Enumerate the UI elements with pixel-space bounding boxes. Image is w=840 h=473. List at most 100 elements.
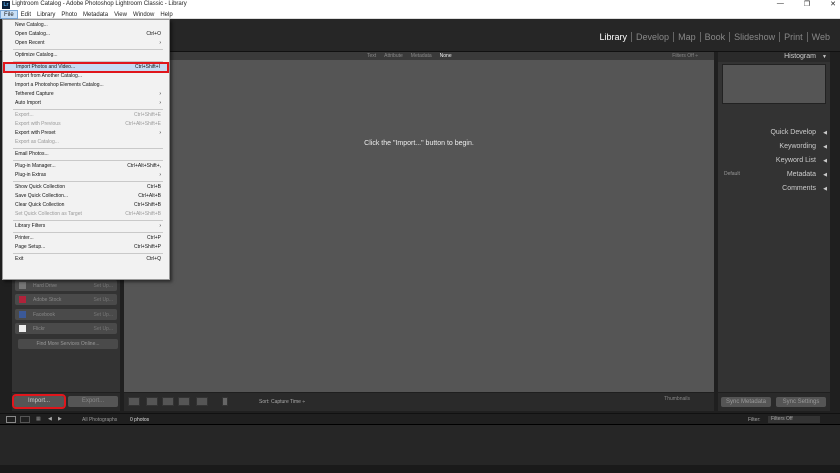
survey-view-icon[interactable] xyxy=(178,397,190,406)
file-menu-item-tethered-capture[interactable]: Tethered Capture › xyxy=(3,90,169,99)
module-print[interactable]: Print xyxy=(780,32,808,42)
module-map[interactable]: Map xyxy=(674,32,701,42)
file-menu-item-open-recent[interactable]: Open Recent › xyxy=(3,39,169,48)
file-menu-item-plug-in-extras[interactable]: Plug-in Extras › xyxy=(3,171,169,180)
right-panel-footer: Sync Metadata Sync Settings xyxy=(718,393,830,411)
keywording-header[interactable]: Keywording ◀ xyxy=(718,142,830,152)
menu-item-label: Printer... xyxy=(15,235,34,241)
restore-icon[interactable]: ❐ xyxy=(804,0,810,10)
forward-arrow-icon[interactable]: ▶ xyxy=(58,416,62,422)
file-menu-item-printer[interactable]: Printer... Ctrl+P xyxy=(3,234,169,243)
menu-item-shortcut: Ctrl+B xyxy=(146,184,161,190)
grid-view[interactable]: Text Attribute Metadata None Filters Off… xyxy=(124,52,714,392)
people-view-icon[interactable] xyxy=(196,397,208,406)
file-menu-item-show-quick-collection[interactable]: Show Quick Collection Ctrl+B xyxy=(3,183,169,192)
filters-off-dropdown[interactable]: Filters Off ÷ xyxy=(672,53,698,59)
module-book[interactable]: Book xyxy=(701,32,731,42)
filter-text[interactable]: Text xyxy=(367,53,376,59)
menu-item-shortcut: › xyxy=(159,40,161,46)
menu-separator xyxy=(13,181,163,182)
sort-control[interactable]: Sort: Capture Time ÷ xyxy=(259,399,305,405)
module-web[interactable]: Web xyxy=(808,32,834,42)
file-menu-item-page-setup[interactable]: Page Setup... Ctrl+Shift+P xyxy=(3,243,169,252)
lightroom-app-icon: Lr xyxy=(2,1,10,9)
menu-file[interactable]: File xyxy=(0,10,18,19)
find-more-services-button[interactable]: Find More Services Online... xyxy=(18,339,118,349)
file-menu-item-open-catalog[interactable]: Open Catalog... Ctrl+O xyxy=(3,30,169,39)
main-window-icon[interactable] xyxy=(6,416,16,423)
menu-item-shortcut: › xyxy=(159,130,161,136)
module-library[interactable]: Library xyxy=(596,32,633,42)
minimize-icon[interactable]: — xyxy=(777,0,784,10)
menu-item-shortcut: Ctrl+Alt+Shift+B xyxy=(125,211,161,217)
file-menu-item-library-filters[interactable]: Library Filters › xyxy=(3,222,169,231)
metadata-header[interactable]: Metadata ◀ xyxy=(772,170,830,180)
module-picker: Library Develop Map Book Slideshow Print… xyxy=(596,32,834,42)
file-menu-item-new-catalog[interactable]: New Catalog... xyxy=(3,21,169,30)
file-menu-item-email-photos[interactable]: Email Photos... xyxy=(3,150,169,159)
publish-adobe-stock[interactable]: Adobe Stock Set Up... xyxy=(15,294,117,305)
file-menu-item-import-photos-and-video[interactable]: Import Photos and Video... Ctrl+Shift+I xyxy=(3,62,169,73)
filter-none[interactable]: None xyxy=(440,53,452,59)
publish-hard-drive[interactable]: Hard Drive Set Up... xyxy=(15,280,117,291)
thumbnails-slider[interactable]: Thumbnails xyxy=(664,396,690,402)
menu-separator xyxy=(13,148,163,149)
filter-metadata[interactable]: Metadata xyxy=(411,53,432,59)
left-panel-footer: Import... Export... xyxy=(12,393,120,411)
menu-item-label: Plug-in Extras xyxy=(15,172,47,178)
publish-facebook[interactable]: Facebook Set Up... xyxy=(15,309,117,320)
filmstrip-source[interactable]: All Photographs xyxy=(82,417,117,423)
module-slideshow[interactable]: Slideshow xyxy=(730,32,781,42)
menu-separator xyxy=(13,220,163,221)
filmstrip[interactable] xyxy=(0,424,840,465)
expand-triangle-icon: ◀ xyxy=(823,172,827,178)
back-arrow-icon[interactable]: ◀ xyxy=(48,416,52,422)
sort-value[interactable]: Capture Time ÷ xyxy=(271,399,305,405)
module-develop[interactable]: Develop xyxy=(632,32,675,42)
file-menu-item-save-quick-collection[interactable]: Save Quick Collection... Ctrl+Alt+B xyxy=(3,192,169,201)
menu-item-label: Export with Previous xyxy=(15,121,61,127)
menu-item-label: Open Catalog... xyxy=(15,31,51,37)
keyword-list-header[interactable]: Keyword List ◀ xyxy=(718,156,830,166)
close-icon[interactable]: ✕ xyxy=(830,0,836,10)
import-button[interactable]: Import... xyxy=(12,394,66,409)
filter-attribute[interactable]: Attribute xyxy=(384,53,403,59)
metadata-preset[interactable]: Default xyxy=(724,171,740,177)
bottom-panel-toggle[interactable] xyxy=(0,465,840,473)
file-menu-item-import-from-another-catalog[interactable]: Import from Another Catalog... xyxy=(3,72,169,81)
export-button[interactable]: Export... xyxy=(68,396,118,407)
spray-can-icon[interactable] xyxy=(222,397,228,406)
menu-item-shortcut: Ctrl+Shift+E xyxy=(134,112,161,118)
menu-item-shortcut: › xyxy=(159,223,161,229)
menu-item-label: Plug-in Manager... xyxy=(15,163,56,169)
menu-item-label: New Catalog... xyxy=(15,22,48,28)
menu-item-label: Show Quick Collection xyxy=(15,184,66,190)
file-menu-item-auto-import[interactable]: Auto Import › xyxy=(3,99,169,108)
file-menu-item-import-a-photoshop-elements-catalog[interactable]: Import a Photoshop Elements Catalog... xyxy=(3,81,169,90)
window-title: Lightroom Catalog - Adobe Photoshop Ligh… xyxy=(12,1,187,7)
filmstrip-filter-dropdown[interactable]: Filters Off xyxy=(768,416,820,423)
loupe-view-icon[interactable] xyxy=(146,397,158,406)
adobe-stock-icon xyxy=(19,296,26,303)
file-menu-item-optimize-catalog[interactable]: Optimize Catalog... xyxy=(3,51,169,60)
file-menu-item-export-as-catalog: Export as Catalog... xyxy=(3,138,169,147)
file-menu-item-clear-quick-collection[interactable]: Clear Quick Collection Ctrl+Shift+B xyxy=(3,201,169,210)
second-window-icon[interactable] xyxy=(20,416,30,423)
sync-settings-button[interactable]: Sync Settings xyxy=(776,397,826,407)
file-menu-item-plug-in-manager[interactable]: Plug-in Manager... Ctrl+Alt+Shift+, xyxy=(3,162,169,171)
menu-item-shortcut: Ctrl+Shift+B xyxy=(134,202,161,208)
file-menu-item-export-with-preset[interactable]: Export with Preset › xyxy=(3,129,169,138)
menu-item-shortcut: Ctrl+Shift+P xyxy=(134,244,161,250)
grid-icon[interactable]: ▦ xyxy=(36,416,41,422)
comments-header[interactable]: Comments ◀ xyxy=(718,184,830,194)
publish-flickr[interactable]: Flickr Set Up... xyxy=(15,323,117,334)
histogram-header[interactable]: Histogram ▼ xyxy=(718,52,830,62)
grid-view-icon[interactable] xyxy=(128,397,140,406)
sync-metadata-button[interactable]: Sync Metadata xyxy=(721,397,771,407)
menu-item-label: Open Recent xyxy=(15,40,45,46)
compare-view-icon[interactable] xyxy=(162,397,174,406)
menu-item-shortcut: Ctrl+Alt+Shift+, xyxy=(127,163,161,169)
quick-develop-header[interactable]: Quick Develop ◀ xyxy=(718,128,830,138)
file-menu-item-exit[interactable]: Exit Ctrl+Q xyxy=(3,255,169,264)
menu-item-label: Clear Quick Collection xyxy=(15,202,65,208)
